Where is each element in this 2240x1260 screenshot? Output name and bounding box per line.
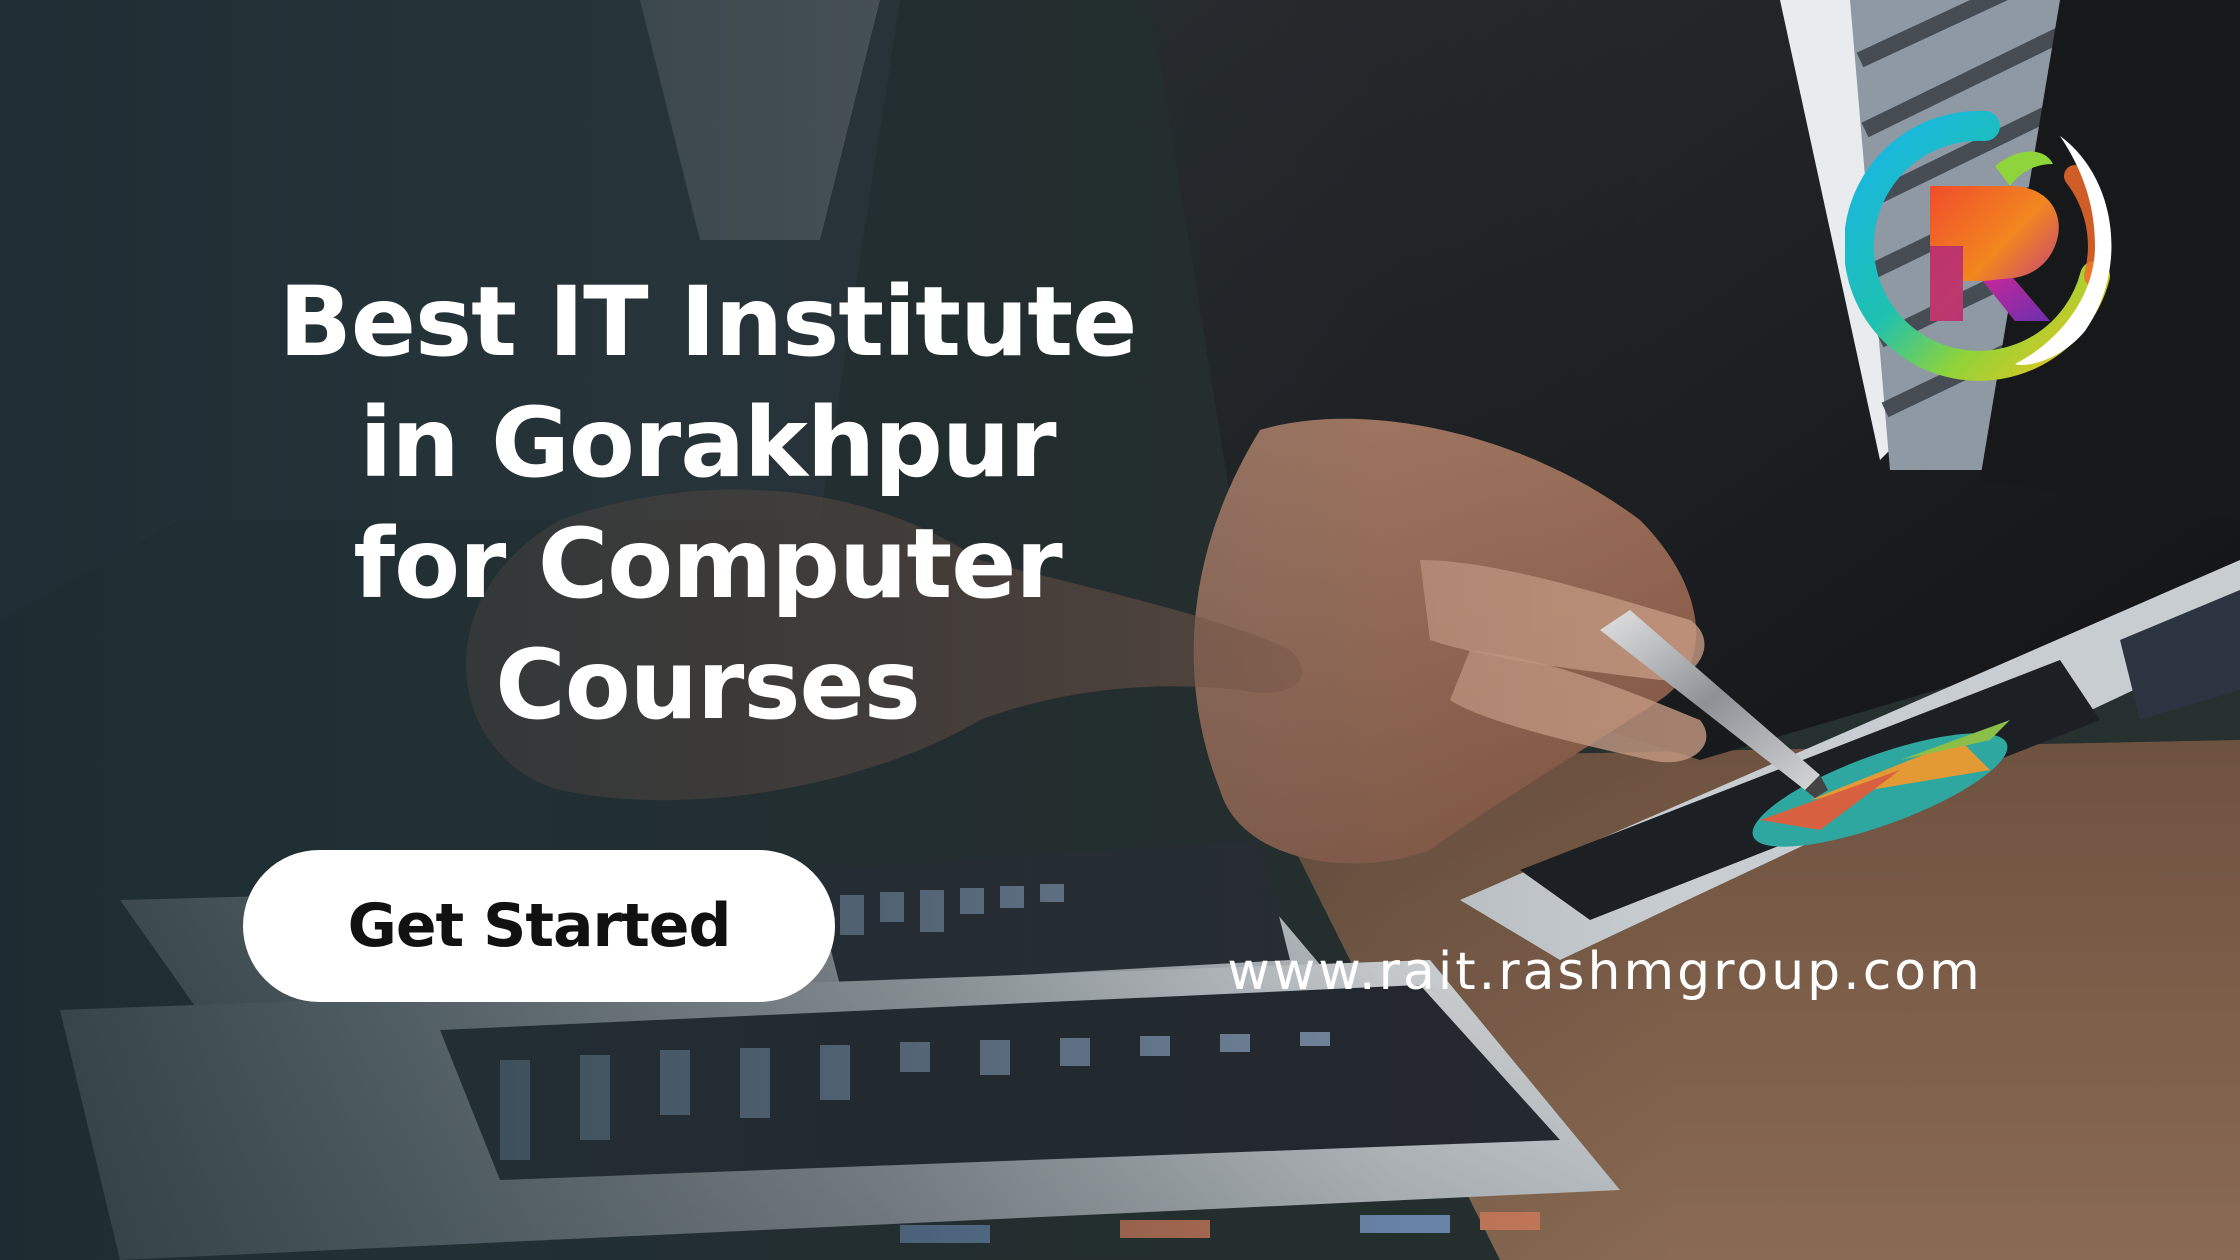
get-started-button[interactable]: Get Started [243,850,835,1002]
headline-line-4: Courses [495,629,920,741]
brand-logo[interactable] [1845,106,2125,386]
headline-line-3: for Computer [353,508,1062,620]
headline-line-2: in Gorakhpur [359,387,1056,499]
hero-banner: Best IT Institute in Gorakhpur for Compu… [0,0,2240,1260]
website-url[interactable]: www.rait.rashmgroup.com [1205,942,2005,1002]
headline: Best IT Institute in Gorakhpur for Compu… [150,262,1265,746]
headline-line-1: Best IT Institute [278,266,1138,378]
